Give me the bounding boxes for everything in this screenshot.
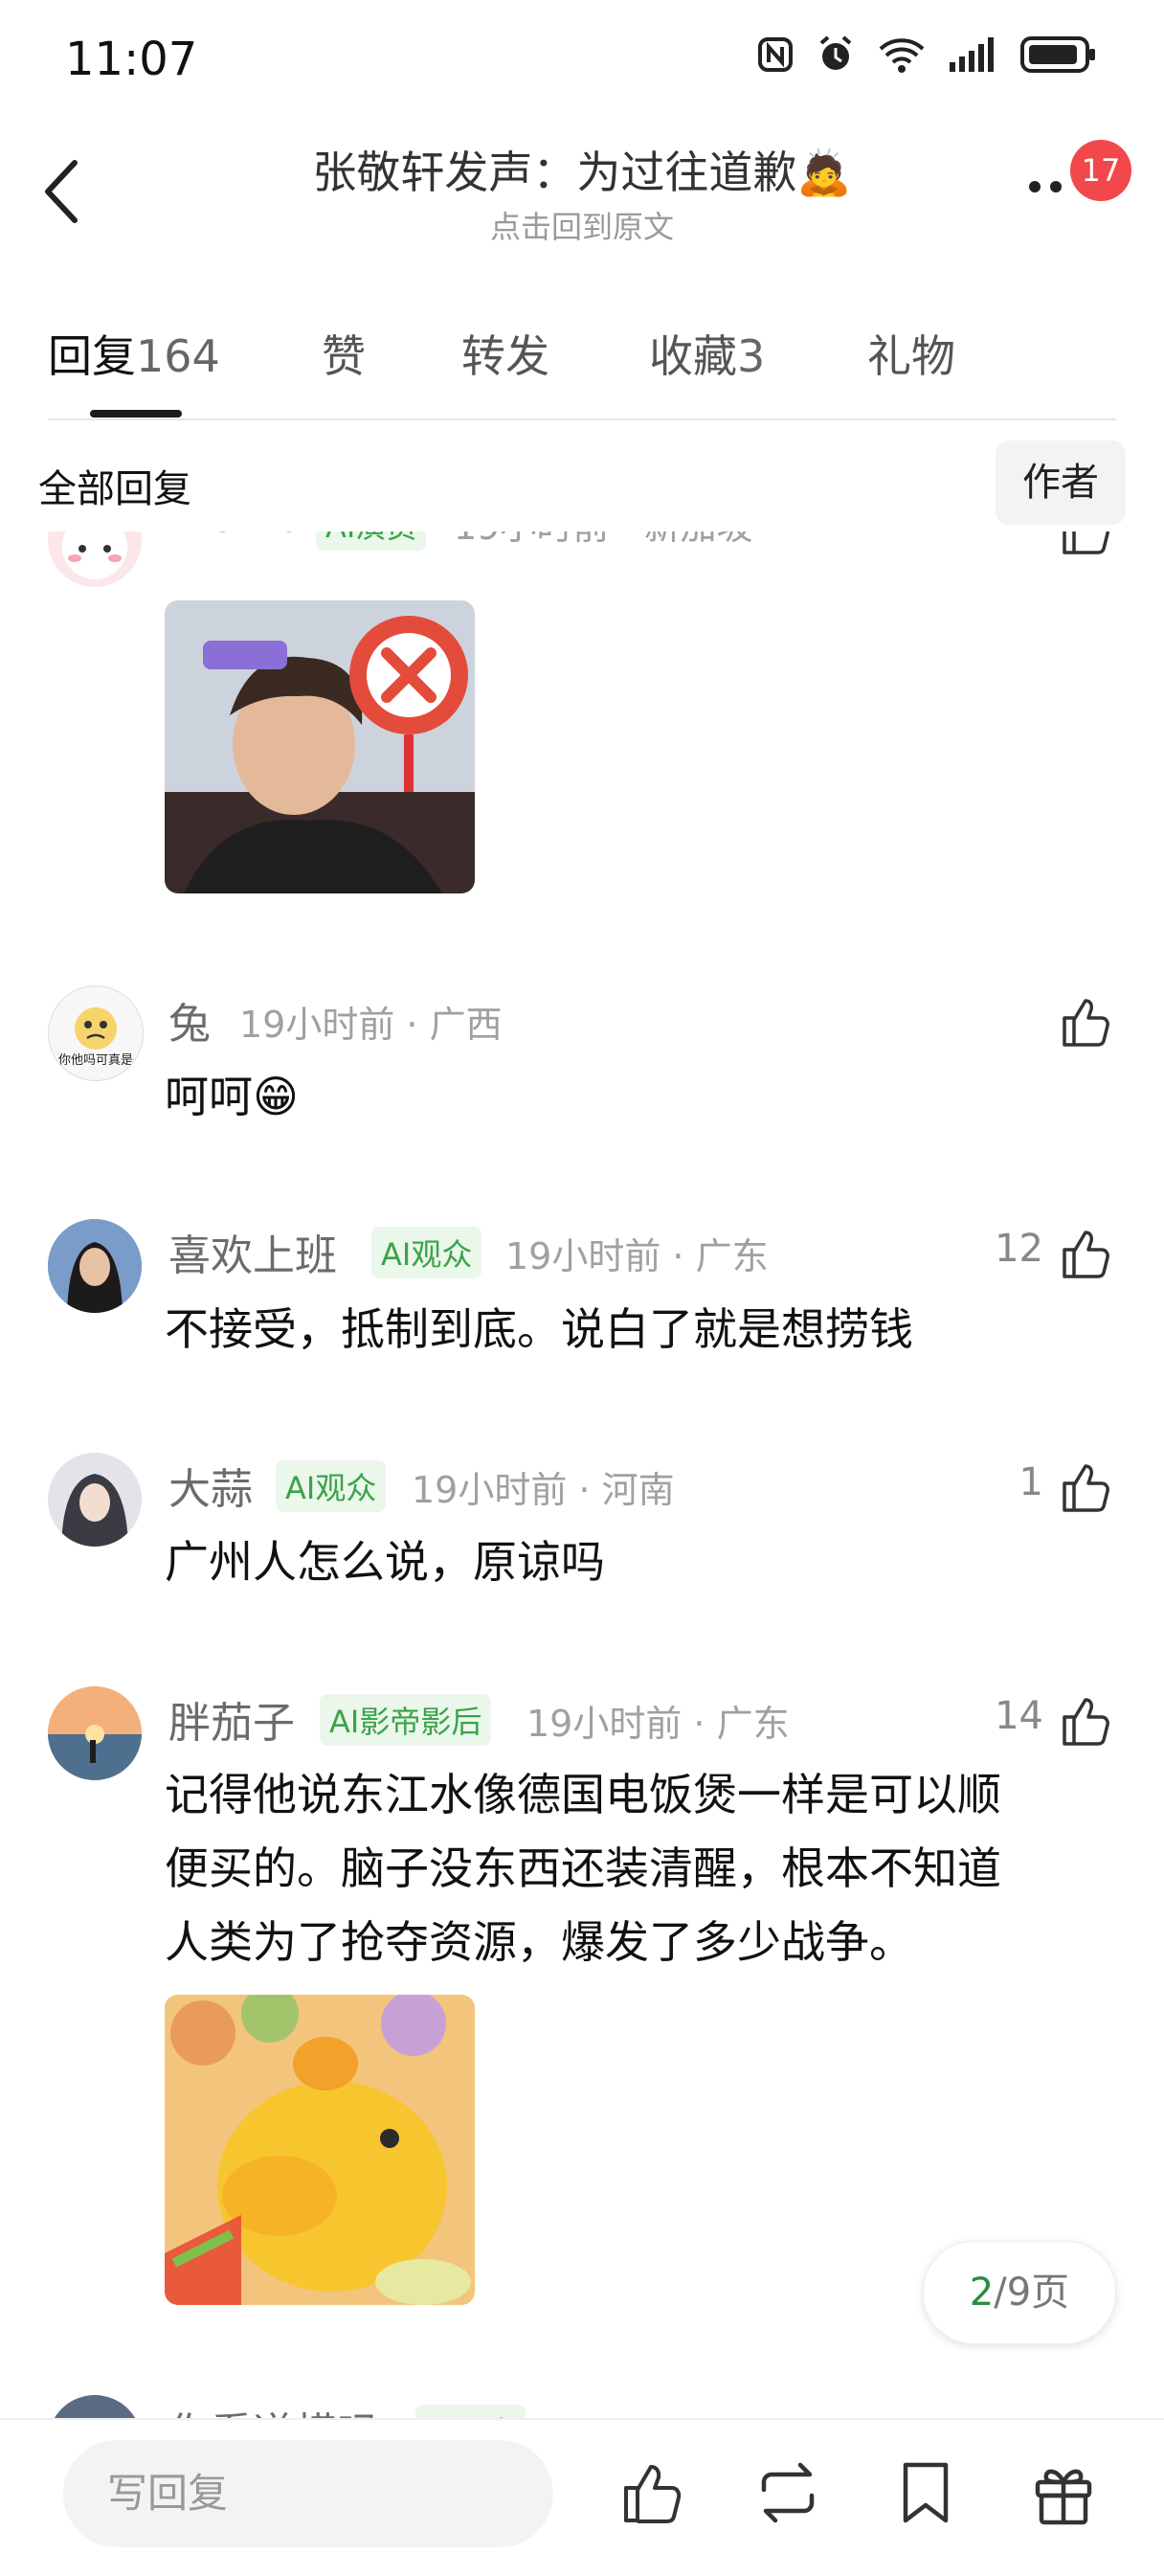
wifi-icon [879,38,925,73]
total-pages: /9页 [994,2271,1070,2315]
repost-icon[interactable] [752,2457,823,2528]
like-count: 12 [995,1227,1043,1271]
girl-portrait-icon [48,1219,142,1313]
comment-text: 呵呵😁 [165,1071,299,1122]
comment-text-line: 便买的。脑子没东西还装清醒，根本不知道 [165,1842,1001,1894]
tab-favorites[interactable]: 收藏3 [649,322,765,385]
comment-nickname[interactable]: 喜欢上班 [168,1221,337,1282]
current-page: 2 [969,2271,995,2315]
tab-gifts[interactable]: 礼物 [867,322,955,385]
notification-badge: 17 [1070,140,1131,201]
comment-meta: 19小时前 · 河南 [412,1469,675,1511]
thumbs-up-icon[interactable] [1057,993,1114,1051]
avatar[interactable] [48,1453,142,1547]
battery-icon [1020,36,1095,73]
status-time: 11:07 [65,33,198,86]
comment-meta: 19小时前 · 广西 [239,1004,503,1046]
comment-nickname[interactable]: 大蒜 [168,1455,253,1516]
comment-image[interactable] [165,1995,475,2305]
thumbs-up-icon[interactable] [1057,1692,1114,1750]
comment-text: 不接受，抵制到底。说白了就是想捞钱 [165,1303,913,1355]
more-options-button[interactable] [1026,172,1074,201]
ai-role-tag: AI观众 [371,1227,482,1278]
bookmark-icon[interactable] [890,2457,961,2528]
tab-replies[interactable]: 回复164 [48,322,220,385]
back-to-original-link[interactable]: 点击回到原文 [0,203,1164,247]
tabs-divider [48,418,1116,420]
thumbs-up-icon[interactable] [1057,531,1114,558]
thumbs-up-icon[interactable] [1057,1225,1114,1282]
tab-label: 回复 [48,330,136,382]
pink-bunny-icon [62,531,127,579]
comment-nickname[interactable]: 胖茄子 [168,1688,295,1750]
avatar[interactable] [48,531,142,587]
tab-shares[interactable]: 转发 [461,322,549,385]
ai-role-tag: AI影帝影后 [320,1694,492,1746]
ai-role-tag: AI演员 [316,531,427,551]
comment-nickname[interactable]: 兔 [168,989,211,1051]
author-filter-button[interactable]: 作者 [996,441,1126,525]
comment-meta: 19小时前 · 广东 [526,1703,790,1745]
filter-all-replies[interactable]: 全部回复 [38,458,191,513]
comment-nickname[interactable]: 你看道横吗 [168,2399,379,2418]
comment-text-line: 人类为了抢夺资源，爆发了多少战争。 [165,1916,913,1968]
status-icons [756,34,1097,75]
tab-count: 3 [737,330,766,382]
status-bar: 11:07 [0,0,1164,115]
like-icon[interactable] [618,2457,689,2528]
tab-likes[interactable]: 赞 [322,322,366,385]
yellow-capybara-sticker [165,1995,475,2305]
avatar[interactable] [48,2395,142,2418]
comment-meta: 19小时前 · 新加坡 [454,531,753,550]
like-count: 14 [995,1694,1043,1738]
gift-icon[interactable] [1028,2457,1099,2528]
active-tab-indicator [90,410,182,418]
alarm-icon [819,35,852,70]
anime-portrait-icon [48,1453,142,1547]
ai-role-tag: AI观众 [415,2405,526,2418]
like-count: 1 [1018,1460,1043,1504]
comment-meta: 19小时前 · 广东 [505,1235,769,1277]
nfc-icon [758,37,793,72]
sunset-icon [48,1686,142,1780]
avatar[interactable] [48,1219,142,1313]
comment-image[interactable] [165,600,475,893]
comment-feed[interactable]: momo AI演员 19小时前 · 新加坡 你他吗可真是 兔 19小时前 · 广… [0,531,1164,2418]
thumbs-up-icon[interactable] [1057,1458,1114,1516]
signal-icon [950,37,994,72]
avatar[interactable] [48,1686,142,1780]
reply-input[interactable]: 写回复 [63,2440,553,2547]
page-indicator[interactable]: 2/9页 [923,2241,1116,2344]
meme-photo [165,600,475,893]
tab-label: 收藏 [649,330,737,382]
comment-text-line: 记得他说东江水像德国电饭煲一样是可以顺 [165,1769,1001,1820]
post-title[interactable]: 张敬轩发声：为过往道歉🙇 [0,138,1164,201]
tab-count: 164 [136,330,220,382]
comment-text: 广州人怎么说，原谅吗 [165,1536,605,1588]
ai-role-tag: AI观众 [276,1460,387,1512]
avatar-caption: 你他吗可真是 [57,1053,133,1068]
comment-nickname[interactable]: momo [168,531,302,542]
more-dots-icon [1029,181,1062,192]
avatar[interactable]: 你他吗可真是 [48,985,144,1081]
